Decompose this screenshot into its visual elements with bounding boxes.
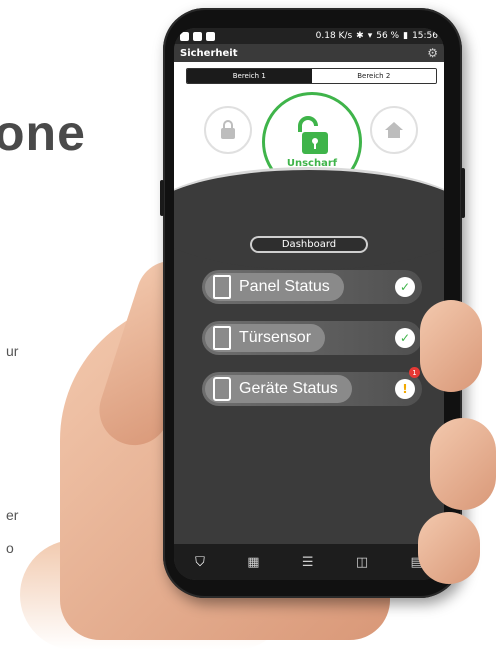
alert-count-badge: 1 bbox=[409, 367, 420, 378]
area-tabs: Bereich 1 Bereich 2 bbox=[186, 68, 437, 84]
list-item-tuersensor[interactable]: Türsensor ✓ bbox=[202, 321, 422, 355]
device-icon[interactable]: ▦ bbox=[247, 555, 259, 570]
sliders-icon[interactable]: ☰ bbox=[302, 555, 314, 570]
volume-button bbox=[160, 180, 164, 216]
camera-icon[interactable]: ◫ bbox=[356, 555, 368, 570]
row-label: Türsensor bbox=[239, 329, 312, 346]
battery-icon: ▮ bbox=[403, 31, 409, 41]
text-fragment: er bbox=[6, 507, 19, 523]
tab-bereich-1[interactable]: Bereich 1 bbox=[187, 69, 312, 83]
status-bar: 0.18 K/s ✱ ▾ 56 % ▮ 15:56 bbox=[174, 28, 444, 44]
arm-button[interactable] bbox=[204, 106, 252, 154]
headline: one bbox=[0, 105, 86, 161]
check-icon: ✓ bbox=[395, 277, 415, 297]
wifi-icon: ▾ bbox=[367, 31, 373, 41]
row-pill: Türsensor bbox=[205, 324, 326, 352]
door-icon bbox=[213, 326, 231, 350]
unlock-icon bbox=[298, 115, 328, 154]
list-item-panel-status[interactable]: Panel Status ✓ bbox=[202, 270, 422, 304]
index-finger bbox=[420, 300, 482, 392]
shield-icon[interactable]: ⛉ bbox=[195, 555, 205, 570]
lock-icon bbox=[221, 120, 235, 139]
row-label: Panel Status bbox=[239, 278, 330, 295]
arming-panel: Bereich 1 Bereich 2 Unscharf bbox=[174, 62, 444, 270]
text-fragment: ur bbox=[6, 343, 19, 359]
exclamation-icon: ! bbox=[395, 379, 415, 399]
tab-bereich-2[interactable]: Bereich 2 bbox=[311, 69, 436, 83]
list-item-geraete-status[interactable]: Geräte Status ! 1 bbox=[202, 367, 422, 406]
bluetooth-icon: ✱ bbox=[356, 31, 364, 41]
bottom-nav: ⛉ ▦ ☰ ◫ ▤ 25 bbox=[174, 544, 444, 580]
phone-screen: 0.18 K/s ✱ ▾ 56 % ▮ 15:56 Sicherheit ⚙ B… bbox=[174, 28, 444, 580]
panel-curve bbox=[174, 167, 444, 270]
whatsapp-icon bbox=[193, 31, 202, 41]
row-pill: Panel Status bbox=[205, 273, 344, 301]
ring-finger bbox=[418, 512, 480, 584]
row-label: Geräte Status bbox=[239, 380, 338, 397]
home-arm-button[interactable] bbox=[370, 106, 418, 154]
battery-level: 56 % bbox=[376, 31, 400, 41]
chip-icon bbox=[213, 377, 231, 401]
dashboard-label[interactable]: Dashboard bbox=[249, 236, 369, 253]
notification-icon bbox=[180, 31, 189, 41]
row-pill: Geräte Status bbox=[205, 375, 352, 403]
dashboard-list: Panel Status ✓ Türsensor ✓ Geräte Status… bbox=[202, 270, 422, 423]
app-header: Sicherheit ⚙ bbox=[174, 44, 444, 62]
dashboard-header: Dashboard bbox=[174, 236, 444, 253]
clock: 15:56 bbox=[412, 31, 438, 41]
image-icon bbox=[206, 31, 215, 41]
power-button bbox=[461, 168, 465, 218]
middle-finger bbox=[430, 418, 496, 510]
page-title: Sicherheit bbox=[180, 47, 238, 59]
network-speed: 0.18 K/s bbox=[315, 31, 353, 41]
gear-icon[interactable]: ⚙ bbox=[427, 46, 438, 60]
text-fragment: o bbox=[6, 540, 14, 556]
panel-icon bbox=[213, 275, 231, 299]
home-icon bbox=[385, 122, 403, 138]
check-icon: ✓ bbox=[395, 328, 415, 348]
